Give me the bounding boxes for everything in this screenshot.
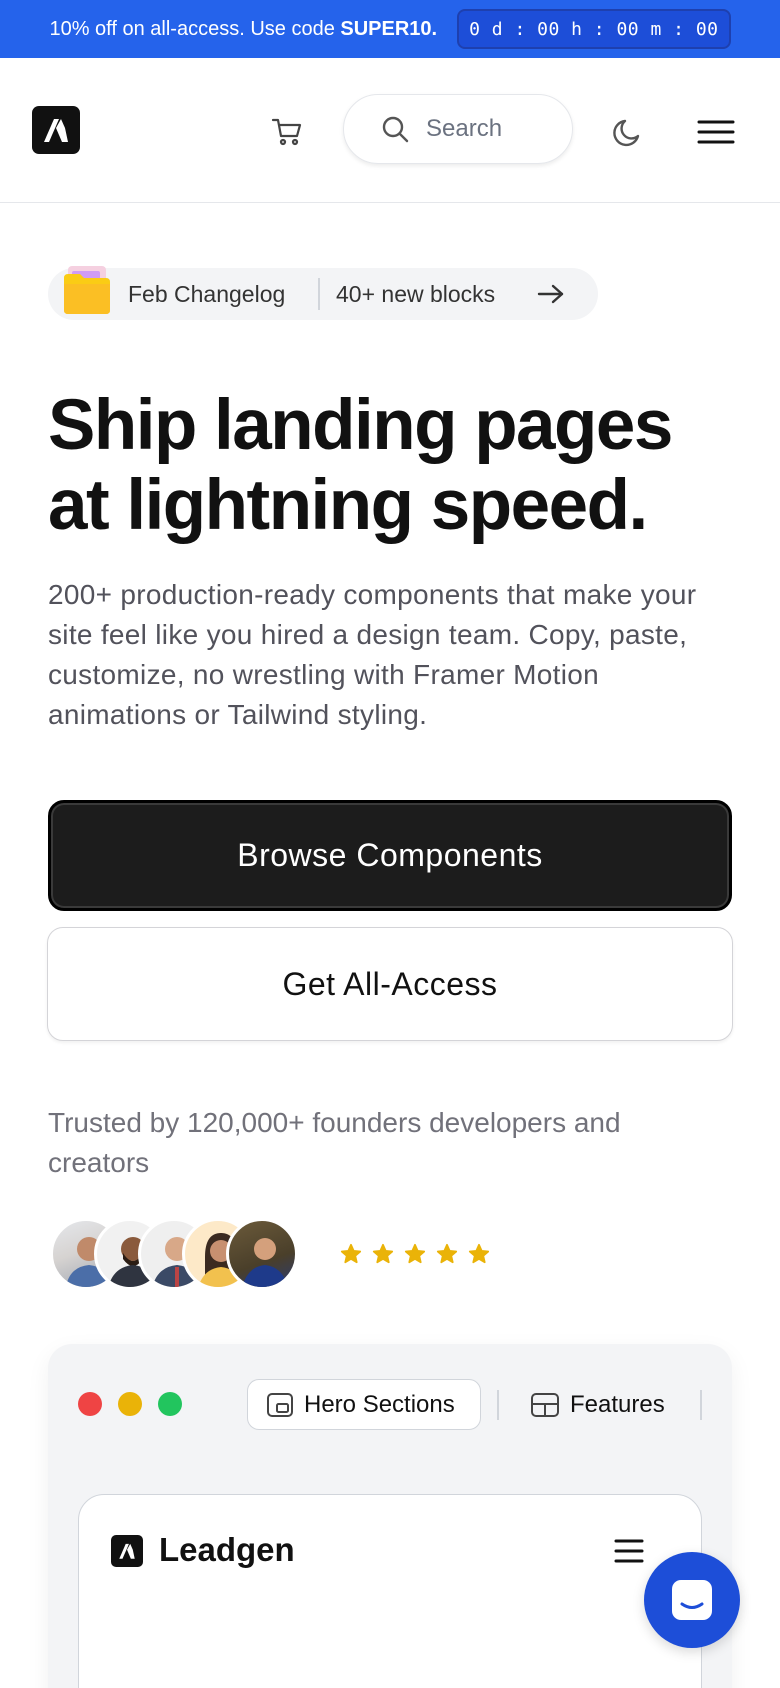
countdown-timer: 0 d : 00 h : 00 m : 00	[457, 9, 731, 49]
changelog-pill[interactable]: Feb Changelog 40+ new blocks	[48, 266, 598, 320]
promo-text: 10% off on all-access. Use code SUPER10.	[49, 18, 437, 41]
shopping-cart-icon[interactable]	[270, 115, 304, 149]
tab-hero-sections-label: Hero Sections	[304, 1390, 455, 1418]
tab-features[interactable]: Features	[530, 1379, 665, 1430]
hero-section-icon	[267, 1392, 293, 1417]
tab-separator	[700, 1390, 702, 1420]
search-bar[interactable]: Search	[343, 94, 573, 164]
brand-logo-icon[interactable]	[32, 106, 80, 154]
hamburger-menu-icon[interactable]	[696, 116, 736, 148]
moon-icon[interactable]	[610, 114, 646, 150]
get-all-access-button[interactable]: Get All-Access	[47, 927, 733, 1041]
star-icon	[340, 1243, 362, 1264]
site-header: Search	[0, 58, 780, 203]
arrow-right-icon	[537, 284, 564, 304]
star-icon	[468, 1243, 490, 1264]
tab-features-label: Features	[570, 1390, 665, 1418]
changelog-detail: 40+ new blocks	[336, 280, 496, 307]
component-preview-window: Hero Sections Features Leadgen	[48, 1344, 732, 1688]
folder-icon	[62, 262, 112, 318]
chat-support-button[interactable]	[644, 1552, 740, 1648]
features-layout-icon	[531, 1392, 559, 1417]
leadgen-logo-icon	[111, 1535, 143, 1567]
star-icon	[404, 1243, 426, 1264]
search-placeholder: Search	[426, 115, 503, 142]
star-icon	[436, 1243, 458, 1264]
promo-banner: 10% off on all-access. Use code SUPER10.…	[0, 0, 780, 58]
leadgen-brand-name: Leadgen	[159, 1531, 295, 1568]
avatar-group	[50, 1218, 330, 1292]
star-icon	[372, 1243, 394, 1264]
promo-code: SUPER10.	[340, 17, 438, 40]
search-icon	[382, 116, 409, 143]
hero-headline-line1: Ship landing pages	[48, 386, 673, 465]
window-maximize-dot[interactable]	[158, 1392, 182, 1416]
trusted-by-text: Trusted by 120,000+ founders developers …	[48, 1107, 621, 1178]
chat-icon	[672, 1580, 712, 1620]
window-minimize-dot[interactable]	[118, 1392, 142, 1416]
rating-stars	[340, 1243, 490, 1265]
changelog-label: Feb Changelog	[128, 280, 286, 307]
window-controls	[78, 1392, 182, 1416]
promo-text-prefix: 10% off on all-access. Use code	[49, 17, 341, 40]
hamburger-menu-icon[interactable]	[613, 1537, 645, 1565]
browse-components-button[interactable]: Browse Components	[48, 800, 732, 911]
avatar	[226, 1218, 298, 1290]
tab-hero-sections[interactable]: Hero Sections	[247, 1379, 481, 1430]
pill-divider	[318, 278, 320, 310]
leadgen-preview-card: Leadgen	[78, 1494, 702, 1688]
window-close-dot[interactable]	[78, 1392, 102, 1416]
hero-headline: Ship landing pages at lightning speed.	[48, 386, 748, 546]
hero-headline-line2: at lightning speed.	[48, 466, 648, 545]
tab-separator	[497, 1390, 499, 1420]
hero-subtext: 200+ production-ready components that ma…	[48, 579, 697, 730]
